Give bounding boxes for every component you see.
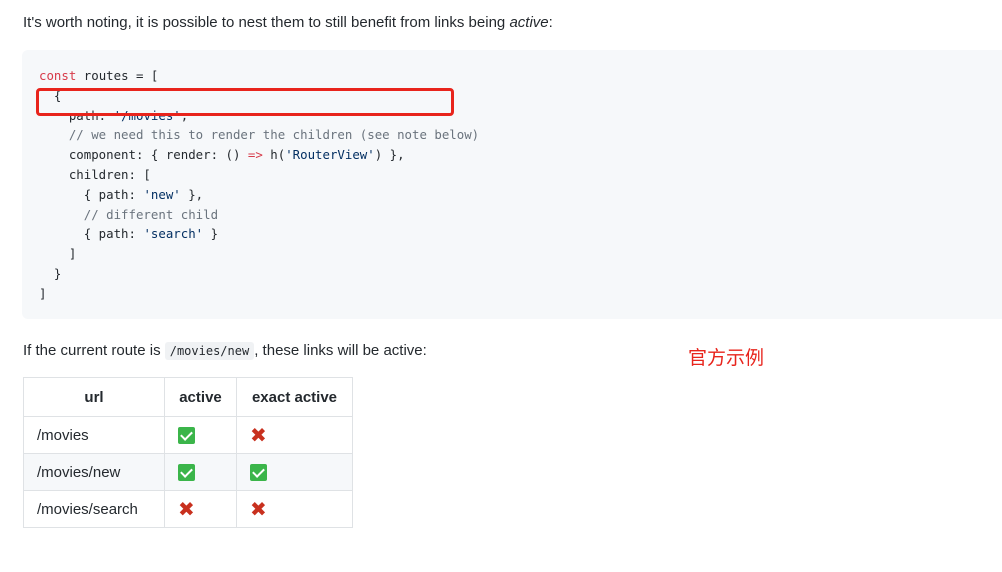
code-token: ) }, xyxy=(374,147,405,163)
intro-emphasis: active xyxy=(509,14,549,31)
cross-icon: ✖ xyxy=(250,496,267,521)
code-token: 'search' xyxy=(143,226,204,242)
code-token: { path: xyxy=(39,186,144,202)
code-line: { path: 'new' }, xyxy=(39,185,479,205)
code-token: component: { render: () xyxy=(39,147,248,163)
header-url: url xyxy=(23,377,165,417)
code-line: component: { render: () => h('RouterView… xyxy=(39,145,479,165)
cell-exact-active xyxy=(236,453,353,491)
code-token: } xyxy=(203,226,219,242)
code-line: ] xyxy=(39,244,479,264)
route-inline-code: /movies/new xyxy=(164,342,255,360)
code-token: 'new' xyxy=(143,186,181,202)
code-line: children: [ xyxy=(39,165,479,185)
cell-active xyxy=(164,453,237,491)
cell-exact-active: ✖ xyxy=(236,416,353,454)
cell-active: ✖ xyxy=(164,490,237,528)
code-line: // we need this to render the children (… xyxy=(39,125,479,145)
code-token: 'RouterView' xyxy=(285,147,375,163)
cell-url: /movies/new xyxy=(23,453,165,491)
header-active: active xyxy=(164,377,237,417)
code-line: ] xyxy=(39,284,479,304)
table-body: /movies ✖ /movies/new/movies/search ✖ ✖ xyxy=(23,416,353,528)
intro-paragraph: It's worth noting, it is possible to nes… xyxy=(23,13,553,33)
cell-exact-active: ✖ xyxy=(236,490,353,528)
check-icon xyxy=(178,463,195,481)
code-token: ] xyxy=(39,285,47,301)
annotation-label: 官方示例 xyxy=(688,347,765,369)
code-token: const xyxy=(39,68,77,83)
cross-icon: ✖ xyxy=(178,496,195,521)
check-icon xyxy=(178,426,195,444)
cross-icon: ✖ xyxy=(250,422,267,447)
code-token: { path: xyxy=(39,226,144,242)
table-row: /movies ✖ xyxy=(23,416,353,454)
code-token: children: [ xyxy=(39,166,151,182)
route-paragraph: If the current route is /movies/new, the… xyxy=(23,341,427,361)
code-line: { path: 'search' } xyxy=(39,224,479,244)
code-token: h( xyxy=(262,147,286,163)
cell-active xyxy=(164,416,237,454)
code-token: // we need this to render the children (… xyxy=(39,127,480,143)
cell-url: /movies xyxy=(23,416,165,454)
code-line: const routes = [ xyxy=(39,66,479,86)
table-header-row: url active exact active xyxy=(23,377,353,417)
code-line: // different child xyxy=(39,205,479,225)
code-token: routes = [ xyxy=(76,68,159,83)
check-icon xyxy=(250,463,267,481)
cell-url: /movies/search xyxy=(23,490,165,528)
intro-colon: : xyxy=(548,14,553,31)
code-token: ] xyxy=(39,246,77,262)
code-line: } xyxy=(39,264,479,284)
links-table: url active exact active /movies ✖/movies/… xyxy=(23,377,353,528)
code-token: } xyxy=(39,265,62,281)
intro-text: It's worth noting, it is possible to nes… xyxy=(23,14,510,31)
code-token: }, xyxy=(180,186,204,202)
table-row: /movies/search ✖ ✖ xyxy=(23,490,353,528)
table-row: /movies/new xyxy=(23,453,353,491)
code-token: => xyxy=(247,147,263,163)
code-token: // different child xyxy=(39,206,219,222)
route-text-before: If the current route is xyxy=(23,342,165,359)
highlight-box xyxy=(36,88,454,116)
header-exact-active: exact active xyxy=(236,377,353,417)
route-text-after: , these links will be active: xyxy=(254,342,427,359)
